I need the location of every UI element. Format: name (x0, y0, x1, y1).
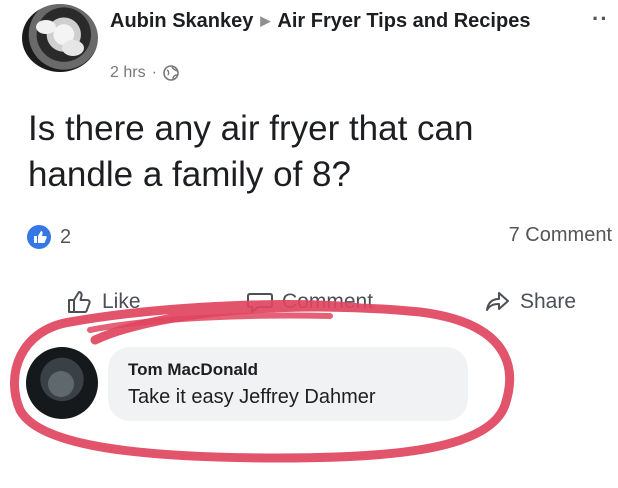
comment-author[interactable]: Tom MacDonald (128, 360, 258, 380)
author-name[interactable]: Aubin Skankey (110, 10, 253, 32)
like-label: Like (102, 290, 141, 313)
comment-bubble-icon (247, 293, 273, 313)
reaction-count: 2 (60, 225, 72, 248)
reactions-summary[interactable]: 2 (26, 224, 71, 250)
thumbs-up-icon (68, 291, 91, 313)
post-header: Aubin Skankey ▶ Air Fryer Tips and Recipes (110, 6, 580, 36)
comment-text: Take it easy Jeffrey Dahmer (128, 386, 376, 408)
share-label: Share (520, 290, 577, 313)
author-avatar[interactable] (22, 4, 98, 72)
post-meta: 2 hrs · (110, 64, 179, 82)
like-button[interactable]: Like (66, 285, 141, 319)
commenter-avatar[interactable] (26, 347, 98, 419)
comment-count[interactable]: 7 Comment (509, 224, 612, 247)
group-name[interactable]: Air Fryer Tips and Recipes (277, 10, 530, 32)
like-reaction-icon (27, 225, 51, 249)
post-time[interactable]: 2 hrs (110, 64, 146, 82)
share-button[interactable]: Share (484, 285, 576, 319)
share-arrow-icon (486, 292, 509, 311)
triangle-right-icon: ▶ (260, 13, 271, 28)
meta-separator: · (151, 64, 157, 81)
more-options-button[interactable]: ·· (592, 6, 609, 32)
globe-icon (163, 65, 179, 81)
comment-bubble (108, 347, 468, 421)
comment-label: Comment (282, 290, 374, 313)
post-text: Is there any air fryer that can handle a… (28, 109, 474, 194)
comment-button[interactable]: Comment (246, 285, 373, 319)
